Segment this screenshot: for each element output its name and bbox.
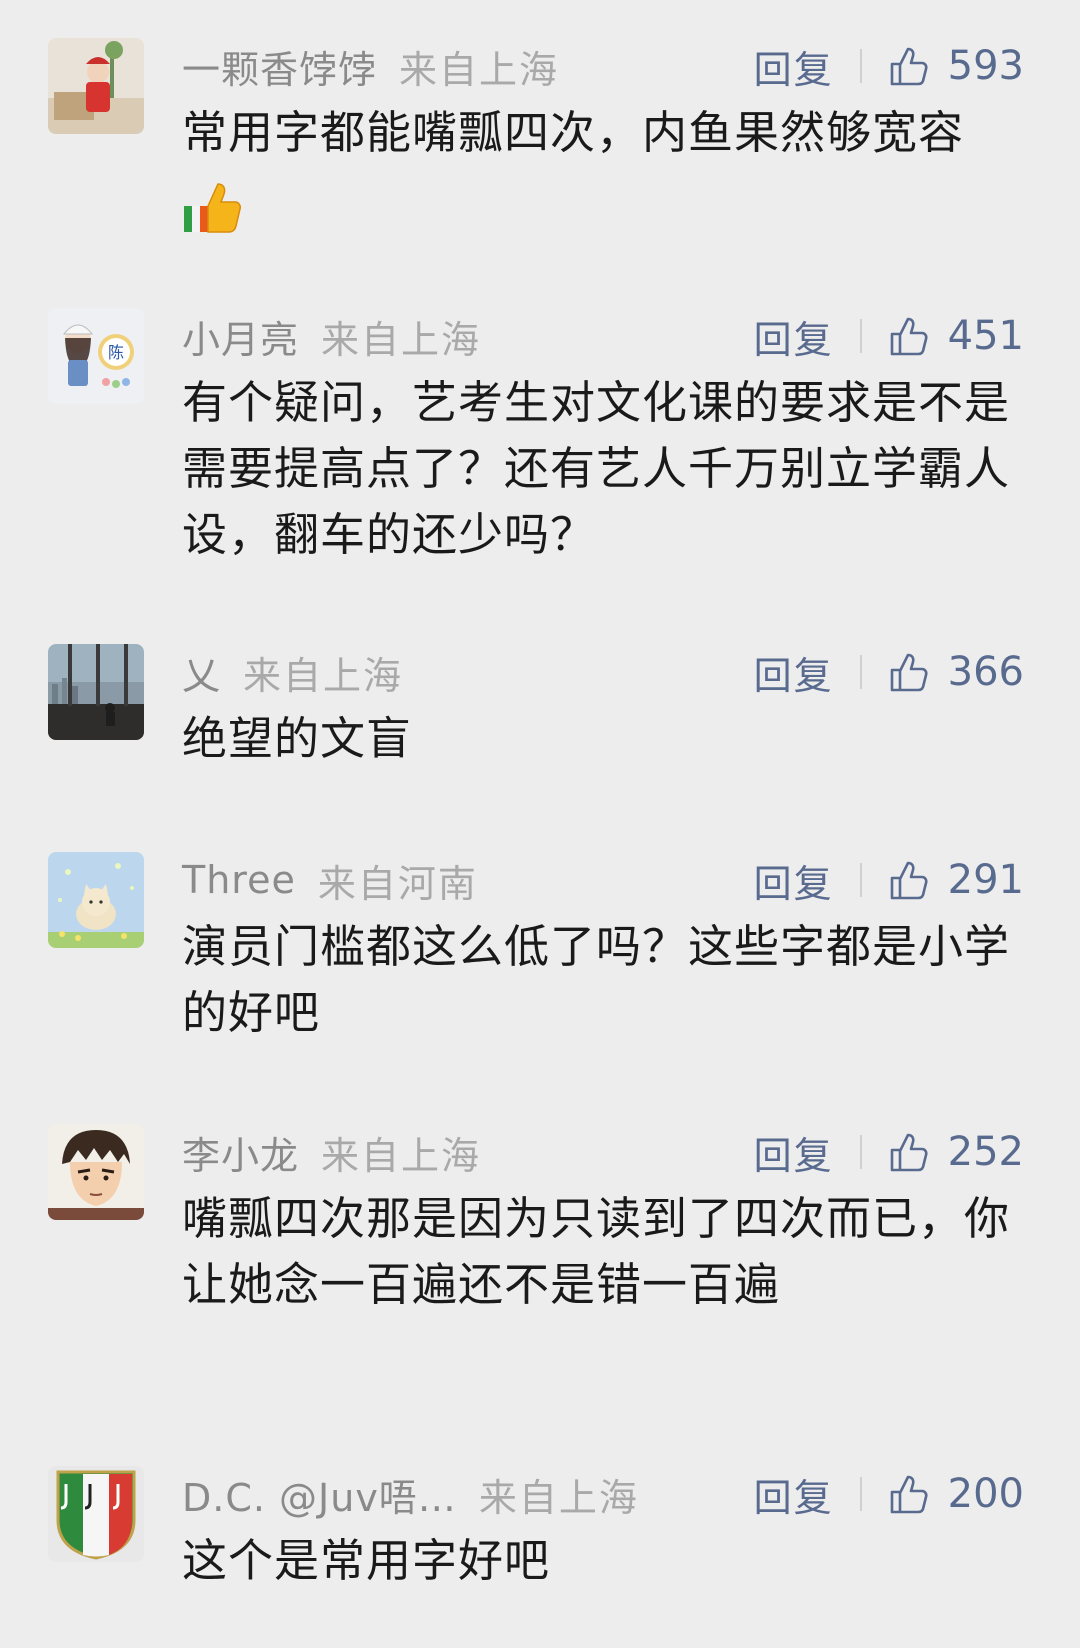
divider xyxy=(859,655,862,689)
avatar-cat-flowers-image xyxy=(48,852,144,948)
like-button[interactable]: 291 xyxy=(886,857,1024,903)
divider xyxy=(859,1477,862,1511)
thumbs-up-icon xyxy=(886,1130,930,1174)
comment-text: 演员门槛都这么低了吗？这些字都是小学的好吧 xyxy=(182,920,1011,1039)
reply-button[interactable]: 回复 xyxy=(754,1467,834,1522)
username[interactable]: D.C. @Juv唔… xyxy=(182,1467,457,1522)
reply-button[interactable]: 回复 xyxy=(754,309,834,364)
avatar-badge-text: 陈 xyxy=(108,343,124,362)
reply-button[interactable]: 回复 xyxy=(754,39,834,94)
comment-item: D.C. @Juv唔… 来自上海 回复 200 这个是常用字好吧 xyxy=(0,1466,1080,1596)
like-button[interactable]: 252 xyxy=(886,1129,1024,1175)
like-button[interactable]: 200 xyxy=(886,1471,1024,1517)
like-count: 252 xyxy=(947,1129,1024,1175)
username[interactable]: 李小龙 xyxy=(182,1125,299,1180)
comment-text: 绝望的文盲 xyxy=(182,712,413,765)
thumbs-up-icon xyxy=(886,858,930,902)
thumbs-up-icon xyxy=(886,650,930,694)
divider xyxy=(859,49,862,83)
username[interactable]: Three xyxy=(182,858,296,902)
comment-item: 乂 来自上海 回复 366 绝望的文盲 xyxy=(0,644,1080,774)
comment-header: D.C. @Juv唔… 来自上海 回复 200 xyxy=(182,1466,1024,1522)
comment-actions: 回复 200 xyxy=(754,1467,1024,1522)
comment-actions: 回复 593 xyxy=(754,39,1024,94)
thumbs-up-icon xyxy=(886,314,930,358)
comment-actions: 回复 252 xyxy=(754,1125,1024,1180)
comment-item: 陈 小月亮 来自上海 回复 451 有个疑问，艺考生对文化课的要求是不是需要提高… xyxy=(0,308,1080,568)
comment-header: 小月亮 来自上海 回复 451 xyxy=(182,308,1024,364)
comment-header: 一颗香饽饽 来自上海 回复 593 xyxy=(182,38,1024,94)
avatar-cartoon-girl-image: 陈 xyxy=(48,308,144,404)
comment-text: 嘴瓢四次那是因为只读到了四次而已，你让她念一百遍还不是错一百遍 xyxy=(182,1192,1011,1311)
username[interactable]: 乂 xyxy=(182,645,221,700)
reply-button[interactable]: 回复 xyxy=(754,1125,834,1180)
location-label: 来自上海 xyxy=(478,1475,639,1520)
like-count: 593 xyxy=(947,43,1024,89)
comment-item: 李小龙 来自上海 回复 252 嘴瓢四次那是因为只读到了四次而已，你让她念一百遍… xyxy=(0,1124,1080,1324)
avatar[interactable] xyxy=(48,38,144,134)
avatar[interactable] xyxy=(48,1466,144,1562)
comment-item: Three 来自河南 回复 291 演员门槛都这么低了吗？这些字都是小学的好吧 xyxy=(0,852,1080,1052)
username[interactable]: 小月亮 xyxy=(182,309,299,364)
location-label: 来自上海 xyxy=(243,653,404,698)
like-button[interactable]: 593 xyxy=(886,43,1024,89)
comment-text: 有个疑问，艺考生对文化课的要求是不是需要提高点了？还有艺人千万别立学霸人设，翻车… xyxy=(182,376,1011,561)
avatar[interactable]: 陈 xyxy=(48,308,144,404)
like-count: 200 xyxy=(947,1471,1024,1517)
comment-item: 一颗香饽饽 来自上海 回复 593 常用字都能嘴瓢四次，内鱼果然够宽容 xyxy=(0,38,1080,238)
comment-feed: 一颗香饽饽 来自上海 回复 593 常用字都能嘴瓢四次，内鱼果然够宽容 陈 小月… xyxy=(0,0,1080,1648)
thumbs-up-icon xyxy=(886,44,930,88)
divider xyxy=(859,319,862,353)
avatar[interactable] xyxy=(48,644,144,740)
thumbs-up-emoji-icon xyxy=(182,178,242,238)
username[interactable]: 一颗香饽饽 xyxy=(182,39,377,94)
avatar-cartoon-man-image xyxy=(48,1124,144,1220)
like-button[interactable]: 451 xyxy=(886,313,1024,359)
divider xyxy=(859,863,862,897)
location-label: 来自上海 xyxy=(321,1133,482,1178)
comment-header: 乂 来自上海 回复 366 xyxy=(182,644,1024,700)
reply-button[interactable]: 回复 xyxy=(754,645,834,700)
comment-actions: 回复 451 xyxy=(754,309,1024,364)
avatar-child-red-outfit-image xyxy=(48,38,144,134)
reply-button[interactable]: 回复 xyxy=(754,853,834,908)
thumbs-up-icon xyxy=(886,1472,930,1516)
like-button[interactable]: 366 xyxy=(886,649,1024,695)
avatar[interactable] xyxy=(48,852,144,948)
location-label: 来自上海 xyxy=(399,47,560,92)
avatar-juventus-crest-image xyxy=(48,1466,144,1562)
avatar-city-window-image xyxy=(48,644,144,740)
like-count: 366 xyxy=(947,649,1024,695)
comment-header: Three 来自河南 回复 291 xyxy=(182,852,1024,908)
avatar[interactable] xyxy=(48,1124,144,1220)
comment-text: 这个是常用字好吧 xyxy=(182,1534,551,1587)
comment-actions: 回复 366 xyxy=(754,645,1024,700)
comment-header: 李小龙 来自上海 回复 252 xyxy=(182,1124,1024,1180)
comment-text: 常用字都能嘴瓢四次，内鱼果然够宽容 xyxy=(182,106,965,159)
location-label: 来自河南 xyxy=(317,861,478,906)
like-count: 451 xyxy=(947,313,1024,359)
location-label: 来自上海 xyxy=(321,317,482,362)
like-count: 291 xyxy=(947,857,1024,903)
comment-actions: 回复 291 xyxy=(754,853,1024,908)
divider xyxy=(859,1135,862,1169)
